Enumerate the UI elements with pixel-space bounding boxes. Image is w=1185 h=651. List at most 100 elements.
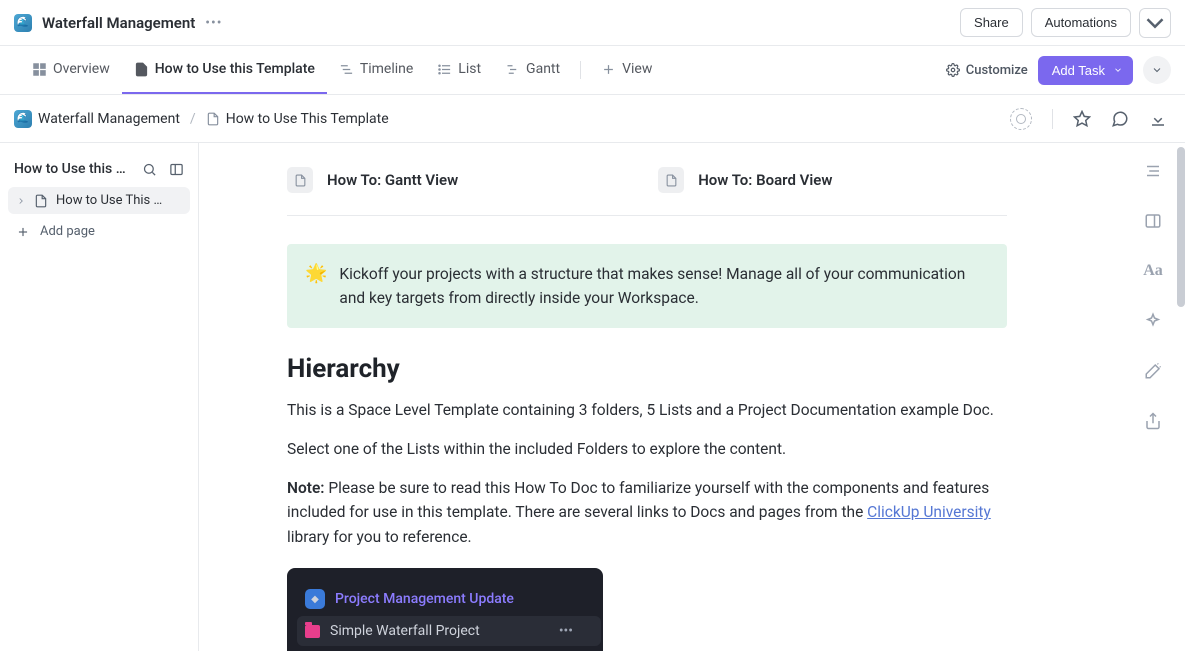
- breadcrumb-bar: 🌊 Waterfall Management / How to Use This…: [0, 95, 1185, 143]
- plus-icon: [601, 62, 616, 77]
- customize-label: Customize: [966, 63, 1028, 78]
- list-icon: [437, 62, 452, 77]
- automations-button[interactable]: Automations: [1031, 8, 1131, 37]
- tab-timeline-label: Timeline: [360, 61, 413, 77]
- share-button[interactable]: Share: [960, 8, 1023, 37]
- separator: [1052, 109, 1053, 129]
- space-title[interactable]: Waterfall Management: [42, 14, 195, 32]
- topbar-right: Share Automations: [960, 8, 1171, 38]
- panel-toggle-icon[interactable]: [1143, 211, 1163, 231]
- space-icon[interactable]: 🌊: [14, 14, 32, 32]
- paragraph-3: Note: Please be sure to read this How To…: [287, 476, 1007, 550]
- tab-gantt-label: Gantt: [526, 61, 560, 77]
- customize-button[interactable]: Customize: [946, 63, 1028, 78]
- scrollbar[interactable]: [1177, 143, 1185, 651]
- doc-icon: [34, 194, 48, 208]
- howto-link-row: How To: Gantt View How To: Board View: [287, 161, 1007, 216]
- wand-icon[interactable]: [1143, 361, 1163, 381]
- main: How To: Gantt View How To: Board View 🌟 …: [199, 143, 1185, 651]
- tree-folder-label: Simple Waterfall Project: [330, 623, 480, 639]
- folder-icon: [305, 625, 320, 638]
- outline-icon[interactable]: [1143, 161, 1163, 181]
- breadcrumb-separator: /: [190, 111, 196, 127]
- search-icon[interactable]: [142, 162, 157, 177]
- p3b: library for you to reference.: [287, 528, 472, 546]
- tab-gantt[interactable]: Gantt: [493, 46, 572, 94]
- tab-howto[interactable]: How to Use this Template: [122, 46, 327, 94]
- tab-add-view-label: View: [622, 61, 652, 77]
- heading-hierarchy: Hierarchy: [287, 354, 1007, 384]
- timeline-icon: [339, 62, 354, 77]
- add-task-button[interactable]: Add Task: [1038, 56, 1133, 85]
- callout-text: Kickoff your projects with a structure t…: [339, 262, 987, 310]
- comment-icon[interactable]: [1111, 110, 1129, 128]
- hierarchy-tree-image: ◆ Project Management Update Simple Water…: [287, 568, 603, 651]
- chevron-down-icon: [1151, 64, 1163, 76]
- howto-link-board[interactable]: How To: Board View: [658, 167, 832, 193]
- doc-icon: [206, 112, 220, 126]
- tab-add-view[interactable]: View: [589, 46, 664, 94]
- typography-icon[interactable]: Aa: [1143, 261, 1163, 281]
- tab-list-label: List: [458, 61, 481, 77]
- howto-board-label: How To: Board View: [698, 171, 832, 189]
- star-icon[interactable]: [1073, 110, 1091, 128]
- howto-link-gantt[interactable]: How To: Gantt View: [287, 167, 458, 193]
- tree-root: ◆ Project Management Update: [301, 582, 597, 616]
- breadcrumb-actions: [1010, 108, 1167, 130]
- breadcrumb-doc-label: How to Use This Template: [226, 111, 389, 127]
- add-task-label: Add Task: [1052, 63, 1105, 78]
- viewbar: Overview How to Use this Template Timeli…: [0, 46, 1185, 95]
- clickup-university-link[interactable]: ClickUp University: [867, 503, 991, 521]
- download-icon[interactable]: [1149, 110, 1167, 128]
- tree-list: 📅 Simple Project Schedule 1: [301, 646, 597, 651]
- doc-arrow-icon: [134, 62, 149, 77]
- sidebar-header-icons: [142, 162, 184, 177]
- doc-icon: [665, 174, 678, 187]
- howto-gantt-label: How To: Gantt View: [327, 171, 458, 189]
- chevron-right-icon: [16, 196, 26, 206]
- topbar-chevron-button[interactable]: [1139, 8, 1171, 38]
- gantt-icon: [505, 62, 520, 77]
- tab-overview-label: Overview: [53, 61, 110, 77]
- view-tabs: Overview How to Use this Template Timeli…: [20, 46, 664, 94]
- sidebar-header: How to Use this …: [8, 157, 190, 187]
- topbar-left: 🌊 Waterfall Management •••: [14, 14, 222, 32]
- doc-icon: [294, 174, 307, 187]
- breadcrumb-space[interactable]: 🌊 Waterfall Management: [14, 110, 180, 128]
- sidebar-title: How to Use this …: [14, 161, 126, 177]
- body: How to Use this … How to Use This … Add …: [0, 143, 1185, 651]
- sidebar-item-label: How to Use This …: [56, 193, 162, 208]
- sidebar-add-page[interactable]: Add page: [8, 214, 190, 249]
- plus-icon: [16, 225, 30, 239]
- sidebar: How to Use this … How to Use This … Add …: [0, 143, 199, 651]
- callout: 🌟 Kickoff your projects with a structure…: [287, 244, 1007, 328]
- chevron-down-icon: [1140, 8, 1170, 38]
- tree-folder: Simple Waterfall Project •••: [297, 616, 601, 646]
- breadcrumb-space-label: Waterfall Management: [38, 111, 180, 127]
- more-icon[interactable]: •••: [205, 15, 222, 31]
- breadcrumb-doc[interactable]: How to Use This Template: [206, 111, 389, 127]
- note-label: Note:: [287, 479, 325, 497]
- right-rail: Aa: [1143, 161, 1163, 431]
- tab-howto-label: How to Use this Template: [155, 61, 315, 77]
- target-icon[interactable]: [1010, 108, 1032, 130]
- breadcrumb: 🌊 Waterfall Management / How to Use This…: [14, 110, 389, 128]
- workspace-icon: ◆: [305, 589, 325, 609]
- share-icon[interactable]: [1143, 411, 1163, 431]
- sidebar-item-howto[interactable]: How to Use This …: [8, 187, 190, 214]
- doc-content: How To: Gantt View How To: Board View 🌟 …: [287, 143, 1007, 651]
- panel-icon[interactable]: [169, 162, 184, 177]
- ai-icon[interactable]: [1143, 311, 1163, 331]
- grid-icon: [32, 62, 47, 77]
- doc-badge: [287, 167, 313, 193]
- tree-root-label: Project Management Update: [335, 591, 514, 607]
- gear-icon: [946, 63, 960, 77]
- more-icon: •••: [559, 623, 573, 639]
- chevron-down-icon: [1113, 65, 1123, 75]
- tab-overview[interactable]: Overview: [20, 46, 122, 94]
- tab-list[interactable]: List: [425, 46, 493, 94]
- sidebar-add-page-label: Add page: [40, 224, 95, 239]
- tab-timeline[interactable]: Timeline: [327, 46, 425, 94]
- viewbar-more-button[interactable]: [1143, 56, 1171, 84]
- topbar: 🌊 Waterfall Management ••• Share Automat…: [0, 0, 1185, 46]
